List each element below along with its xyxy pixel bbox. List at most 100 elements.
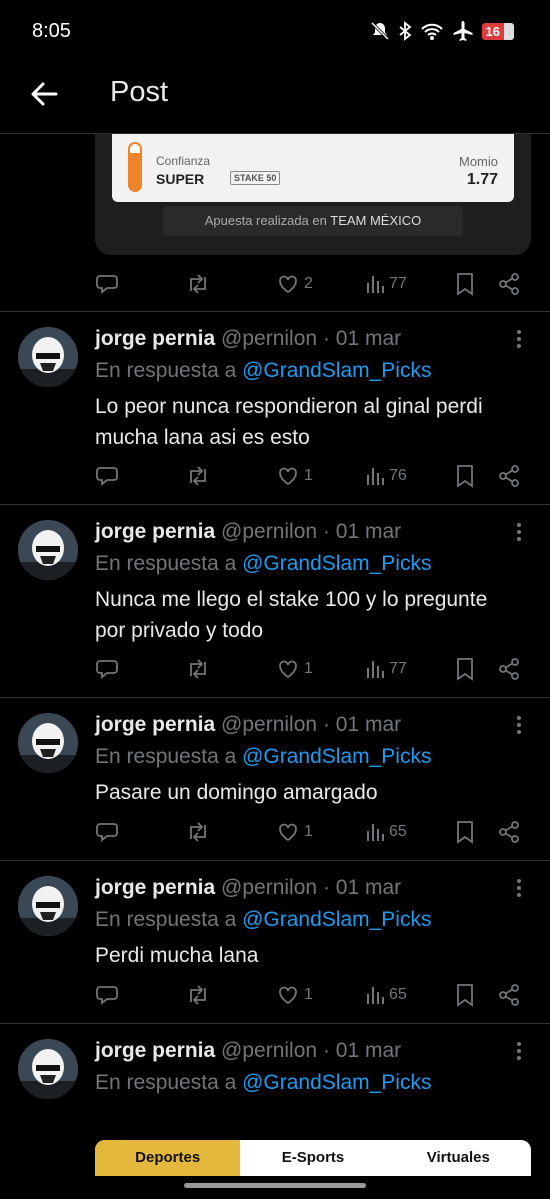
reply-tweet[interactable]: jorge pernia @pernilon · 01 mar En respu… bbox=[0, 311, 550, 504]
reply-button[interactable] bbox=[95, 272, 119, 296]
reply-handle-link[interactable]: @GrandSlam_Picks bbox=[242, 359, 431, 382]
author-name[interactable]: jorge pernia bbox=[95, 520, 215, 543]
confidence-meter bbox=[128, 142, 142, 192]
author-handle[interactable]: @pernilon bbox=[221, 876, 317, 899]
more-options-icon[interactable] bbox=[512, 327, 526, 351]
bookmark-button[interactable] bbox=[455, 464, 475, 488]
repost-button[interactable] bbox=[185, 983, 211, 1007]
share-button[interactable] bbox=[497, 272, 521, 296]
repost-button[interactable] bbox=[185, 272, 211, 296]
avatar[interactable] bbox=[18, 327, 78, 387]
reply-action-bar: 1 65 bbox=[95, 817, 525, 847]
share-button[interactable] bbox=[497, 983, 521, 1007]
like-count: 1 bbox=[304, 823, 313, 840]
avatar[interactable] bbox=[18, 520, 78, 580]
reply-action-bar: 1 65 bbox=[95, 980, 525, 1010]
tab-virtuales[interactable]: Virtuales bbox=[386, 1140, 531, 1176]
like-button[interactable]: 1 bbox=[276, 983, 313, 1007]
repost-icon bbox=[190, 822, 206, 842]
author-handle[interactable]: @pernilon bbox=[221, 327, 317, 350]
share-button[interactable] bbox=[497, 820, 521, 844]
views-button[interactable]: 65 bbox=[365, 821, 407, 843]
author-handle[interactable]: @pernilon bbox=[221, 520, 317, 543]
home-indicator[interactable] bbox=[184, 1183, 366, 1188]
placed-team: TEAM MÉXICO bbox=[330, 213, 422, 228]
heart-icon bbox=[279, 986, 297, 1005]
tab-e-sports[interactable]: E-Sports bbox=[240, 1140, 385, 1176]
bookmark-button[interactable] bbox=[455, 272, 475, 296]
heart-icon bbox=[279, 275, 297, 294]
bookmark-icon bbox=[457, 465, 473, 488]
avatar[interactable] bbox=[18, 713, 78, 773]
views-button[interactable]: 77 bbox=[365, 273, 407, 295]
like-button[interactable]: 1 bbox=[276, 820, 313, 844]
avatar[interactable] bbox=[18, 1039, 78, 1099]
post-media-card[interactable]: Confianza SUPER STAKE 50 Momio 1.77 Apue… bbox=[95, 134, 531, 255]
post-date: · 01 mar bbox=[322, 876, 402, 899]
bookmark-button[interactable] bbox=[455, 983, 475, 1007]
bookmark-icon bbox=[457, 273, 473, 296]
views-chart-icon bbox=[367, 987, 384, 1004]
repost-button[interactable] bbox=[185, 820, 211, 844]
author-name[interactable]: jorge pernia bbox=[95, 327, 215, 350]
reply-tweet[interactable]: jorge pernia @pernilon · 01 mar En respu… bbox=[0, 1023, 550, 1140]
bookmark-icon bbox=[457, 984, 473, 1007]
author-name[interactable]: jorge pernia bbox=[95, 1039, 215, 1062]
bookmark-button[interactable] bbox=[455, 820, 475, 844]
author-line: jorge pernia @pernilon · 01 mar bbox=[95, 327, 401, 351]
reply-handle-link[interactable]: @GrandSlam_Picks bbox=[242, 745, 431, 768]
reply-handle-link[interactable]: @GrandSlam_Picks bbox=[242, 552, 431, 575]
reply-tweet[interactable]: jorge pernia @pernilon · 01 mar En respu… bbox=[0, 697, 550, 860]
reply-button[interactable] bbox=[95, 983, 119, 1007]
bet-slip: Confianza SUPER STAKE 50 Momio 1.77 bbox=[112, 134, 514, 202]
views-button[interactable]: 76 bbox=[365, 465, 407, 487]
reply-action-bar: 1 77 bbox=[95, 654, 525, 684]
comment-icon bbox=[96, 467, 118, 486]
view-count: 76 bbox=[389, 467, 407, 484]
more-options-icon[interactable] bbox=[512, 876, 526, 900]
reply-handle-link[interactable]: @GrandSlam_Picks bbox=[242, 1071, 431, 1094]
views-button[interactable]: 65 bbox=[365, 984, 407, 1006]
repost-button[interactable] bbox=[185, 464, 211, 488]
like-button[interactable]: 2 bbox=[276, 272, 313, 296]
comment-icon bbox=[96, 660, 118, 679]
reply-action-bar: 1 76 bbox=[95, 461, 525, 491]
reply-button[interactable] bbox=[95, 464, 119, 488]
like-count: 1 bbox=[304, 467, 313, 484]
reply-context: En respuesta a @GrandSlam_Picks bbox=[95, 1071, 431, 1095]
author-name[interactable]: jorge pernia bbox=[95, 876, 215, 899]
like-button[interactable]: 1 bbox=[276, 464, 313, 488]
reply-text: Lo peor nunca respondieron al ginal perd… bbox=[95, 395, 483, 449]
page-title: Post bbox=[110, 76, 169, 108]
views-button[interactable]: 77 bbox=[365, 658, 407, 680]
author-line: jorge pernia @pernilon · 01 mar bbox=[95, 520, 401, 544]
avatar[interactable] bbox=[18, 876, 78, 936]
repost-icon bbox=[190, 659, 206, 679]
reply-button[interactable] bbox=[95, 657, 119, 681]
reply-context: En respuesta a @GrandSlam_Picks bbox=[95, 745, 431, 769]
like-button[interactable]: 1 bbox=[276, 657, 313, 681]
more-options-icon[interactable] bbox=[512, 713, 526, 737]
more-options-icon[interactable] bbox=[512, 520, 526, 544]
reply-button[interactable] bbox=[95, 820, 119, 844]
share-button[interactable] bbox=[497, 464, 521, 488]
author-handle[interactable]: @pernilon bbox=[221, 1039, 317, 1062]
reply-context: En respuesta a @GrandSlam_Picks bbox=[95, 552, 431, 576]
more-options-icon[interactable] bbox=[512, 1039, 526, 1063]
bookmark-button[interactable] bbox=[455, 657, 475, 681]
reply-context: En respuesta a @GrandSlam_Picks bbox=[95, 908, 431, 932]
reply-tweet[interactable]: jorge pernia @pernilon · 01 mar En respu… bbox=[0, 504, 550, 697]
share-button[interactable] bbox=[497, 657, 521, 681]
author-name[interactable]: jorge pernia bbox=[95, 713, 215, 736]
comment-icon bbox=[96, 275, 118, 294]
confidence-label: Confianza bbox=[156, 154, 211, 168]
reply-tweet[interactable]: jorge pernia @pernilon · 01 mar En respu… bbox=[0, 860, 550, 1023]
back-arrow-icon[interactable] bbox=[28, 78, 60, 110]
author-handle[interactable]: @pernilon bbox=[221, 713, 317, 736]
repost-button[interactable] bbox=[185, 657, 211, 681]
tab-deportes[interactable]: Deportes bbox=[95, 1140, 241, 1176]
stormtrooper-avatar-icon bbox=[18, 876, 78, 936]
reply-prefix: En respuesta a bbox=[95, 552, 243, 575]
reply-handle-link[interactable]: @GrandSlam_Picks bbox=[242, 908, 431, 931]
bluetooth-icon bbox=[398, 21, 411, 41]
